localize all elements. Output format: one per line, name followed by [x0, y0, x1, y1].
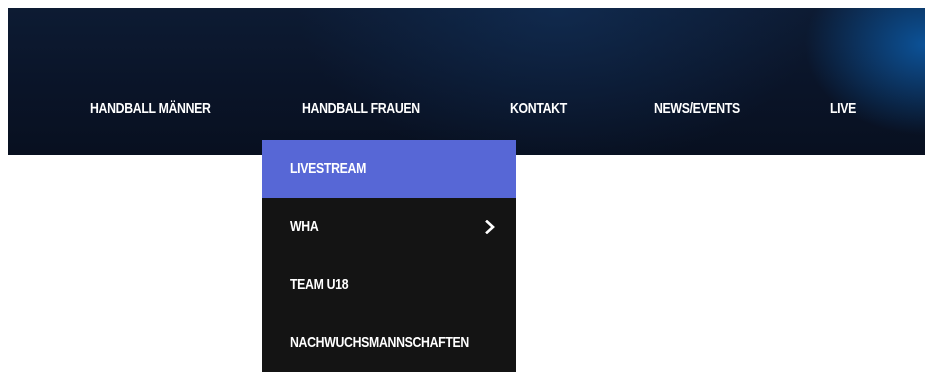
- nav-item-handball-maenner[interactable]: HANDBALL MÄNNER: [90, 100, 211, 117]
- dropdown-item-label: NACHWUCHSMANNSCHAFTEN: [290, 334, 469, 351]
- dropdown-item-livestream[interactable]: LIVESTREAM: [262, 140, 516, 198]
- nav-item-live[interactable]: LIVE: [830, 100, 856, 117]
- dropdown-item-label: TEAM U18: [290, 276, 349, 293]
- main-navigation: HANDBALL MÄNNER HANDBALL FRAUEN KONTAKT …: [8, 8, 925, 155]
- nav-item-handball-frauen[interactable]: HANDBALL FRAUEN: [302, 100, 420, 117]
- nav-item-news-events[interactable]: NEWS/EVENTS: [654, 100, 740, 117]
- dropdown-item-nachwuchsmannschaften[interactable]: NACHWUCHSMANNSCHAFTEN: [262, 314, 516, 372]
- dropdown-item-label: LIVESTREAM: [290, 160, 367, 177]
- dropdown-item-team-u18[interactable]: TEAM U18: [262, 256, 516, 314]
- page: HANDBALL MÄNNER HANDBALL FRAUEN KONTAKT …: [0, 0, 925, 372]
- dropdown-menu-handball-frauen: LIVESTREAM WHA TEAM U18 NACHWUCHSMANNSCH…: [262, 140, 516, 372]
- dropdown-item-wha[interactable]: WHA: [262, 198, 516, 256]
- dropdown-item-label: WHA: [290, 218, 319, 235]
- nav-item-kontakt[interactable]: KONTAKT: [510, 100, 567, 117]
- chevron-right-icon: [485, 220, 495, 234]
